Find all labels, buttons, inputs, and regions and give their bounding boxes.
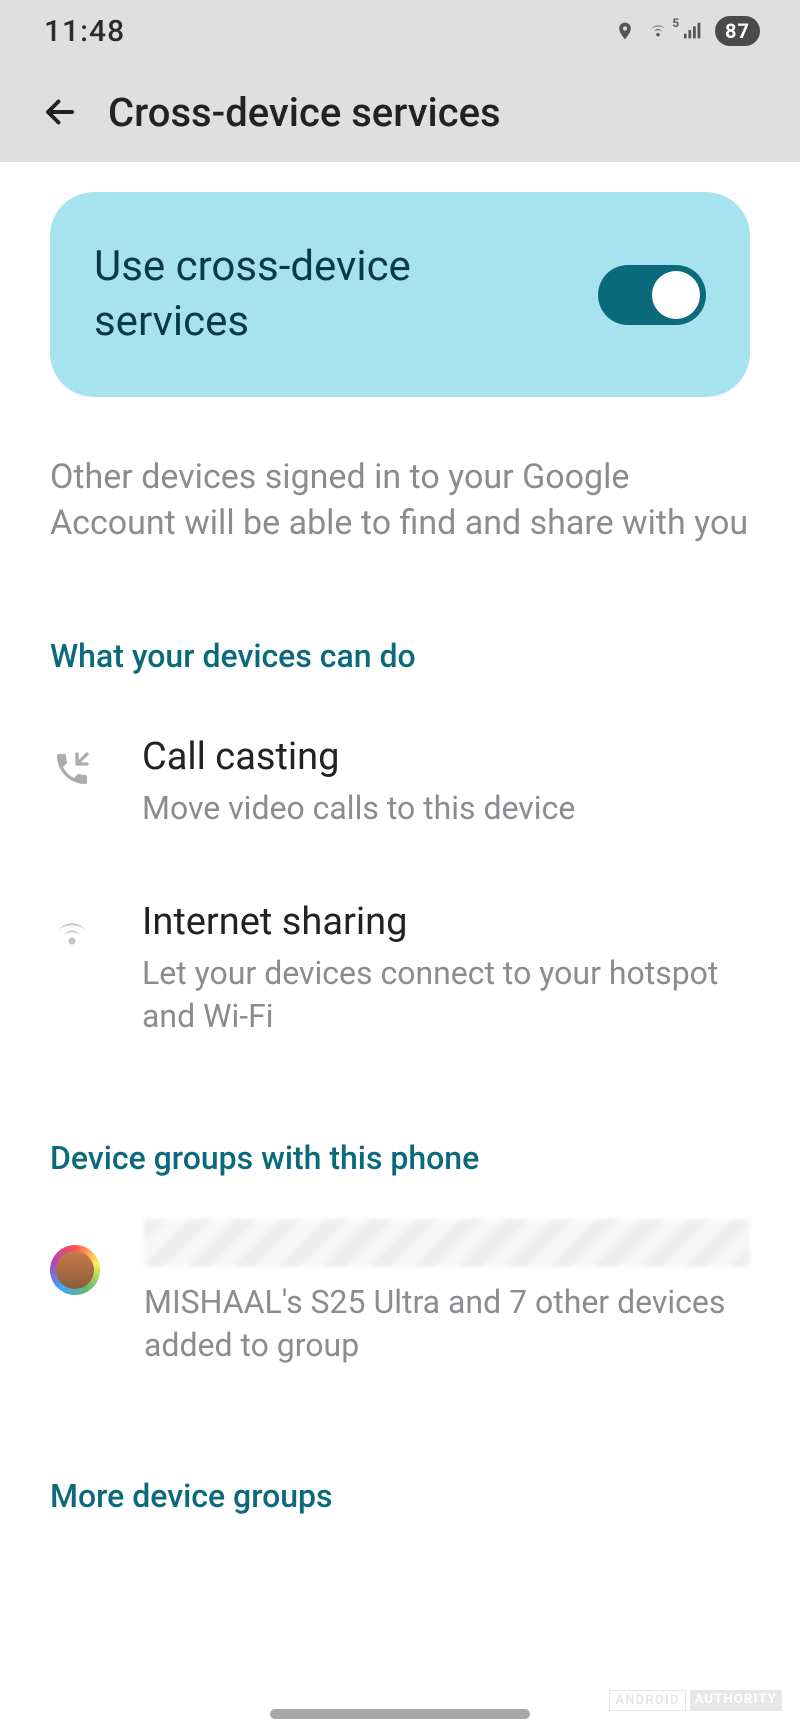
toggle-description: Other devices signed in to your Google A… [50,455,750,547]
status-time: 11:48 [44,14,125,49]
signal-icon [681,20,705,42]
feature-call-casting[interactable]: Call casting Move video calls to this de… [50,735,750,830]
device-group-item[interactable]: MISHAAL's S25 Ultra and 7 other devices … [50,1219,750,1367]
section-device-groups-header: Device groups with this phone [50,1139,750,1177]
section-capabilities-header: What your devices can do [50,637,750,675]
master-toggle-card[interactable]: Use cross-device services [50,192,750,397]
feature-internet-sharing[interactable]: Internet sharing Let your devices connec… [50,900,750,1038]
master-toggle-switch[interactable] [598,265,706,325]
location-icon [615,19,635,43]
group-name-redacted [144,1219,750,1267]
feature-title: Call casting [142,735,750,779]
status-bar: 11:48 5 87 [0,0,800,62]
feature-subtitle: Let your devices connect to your hotspot… [142,952,750,1038]
avatar [50,1245,100,1295]
back-button[interactable] [40,92,80,132]
watermark-text-b: AUTHORITY [690,1690,782,1711]
status-icons: 5 87 [615,16,760,46]
battery-indicator: 87 [715,16,760,46]
page-title: Cross-device services [108,89,501,136]
call-incoming-icon [50,735,94,803]
master-toggle-label: Use cross-device services [94,240,474,349]
nav-bar-indicator[interactable] [270,1709,530,1719]
feature-title: Internet sharing [142,900,750,944]
wifi-icon: 5 [645,20,671,42]
watermark-text-a: ANDROID [609,1690,685,1711]
app-header: Cross-device services [0,62,800,162]
wifi-icon [50,900,94,968]
group-subtitle: MISHAAL's S25 Ultra and 7 other devices … [144,1281,750,1367]
toggle-knob [652,271,700,319]
watermark: ANDROID AUTHORITY [609,1690,782,1711]
feature-subtitle: Move video calls to this device [142,787,750,830]
arrow-left-icon [42,94,78,130]
wifi-band: 5 [672,16,679,30]
section-more-groups-header[interactable]: More device groups [50,1477,750,1515]
